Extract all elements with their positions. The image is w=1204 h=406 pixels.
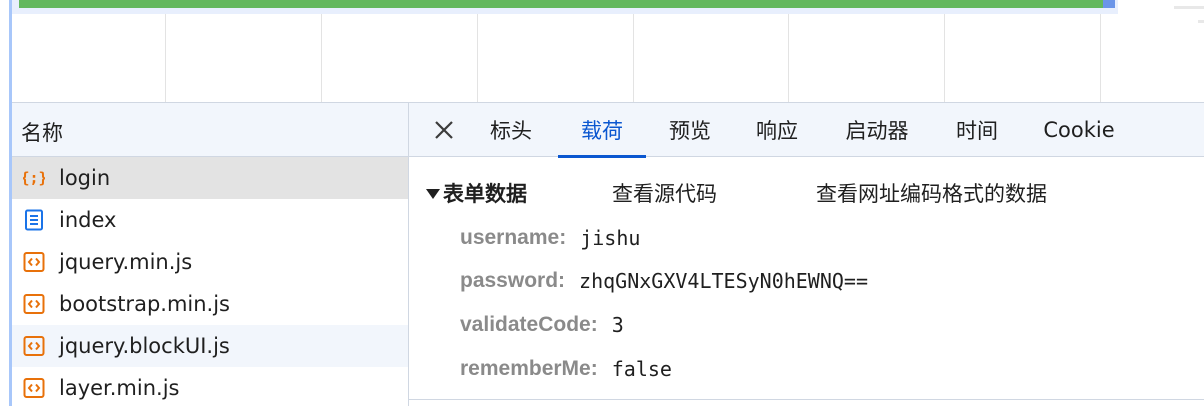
request-row-bootstrap[interactable]: bootstrap.min.js [12,283,409,325]
timeline-grid-line [477,14,478,102]
form-data-toggle[interactable]: 表单数据 [426,178,527,208]
timeline-grid-line [944,14,945,102]
request-name: layer.min.js [59,376,180,400]
request-row-blockui[interactable]: jquery.blockUI.js [12,325,409,367]
timeline-left-border [9,0,12,102]
devtools-network-panel: 名称 {;} login index [0,0,1204,406]
script-icon [23,293,45,315]
timeline-grid-line [633,14,634,102]
section-divider [409,399,1204,400]
payload-key: validateCode [460,313,591,336]
timeline-request-bar-end [1103,0,1115,8]
request-row-jquery[interactable]: jquery.min.js [12,241,409,283]
request-row-layer[interactable]: layer.min.js [12,367,409,406]
triangle-down-icon [426,189,440,199]
tab-initiator[interactable]: 启动器 [833,103,921,157]
details-tabbar: 标头 载荷 预览 响应 启动器 时间 Cookie [409,102,1204,158]
timeline-grid-line [788,14,789,102]
request-row-login[interactable]: {;} login [12,157,409,199]
script-icon [23,335,45,357]
view-source-button[interactable]: 查看源代码 [612,178,717,208]
fetch-icon: {;} [23,167,45,189]
tab-preview[interactable]: 预览 [658,103,722,157]
request-row-index[interactable]: index [12,199,409,241]
tab-response[interactable]: 响应 [745,103,809,157]
payload-row-username: username: jishu [460,226,641,250]
svg-text:{;}: {;} [23,169,45,187]
request-details-pane: 标头 载荷 预览 响应 启动器 时间 Cookie 表单数据 查看源代码 查看网… [409,102,1204,406]
close-details-button[interactable] [431,117,457,143]
payload-row-password: password: zhqGNxGXV4LTESyN0hEWNQ== [460,269,869,293]
timeline-mini-bar [1198,20,1204,23]
request-name: jquery.min.js [59,250,193,274]
script-icon [23,377,45,399]
document-icon [23,209,45,231]
name-column-header: 名称 [21,121,63,145]
payload-key: password [460,269,559,292]
timeline-grid-line [165,14,166,102]
payload-key: username [460,226,560,249]
payload-value: 3 [611,313,624,337]
form-data-title: 表单数据 [443,182,527,206]
request-name: jquery.blockUI.js [59,334,230,358]
payload-row-validatecode: validateCode: 3 [460,313,624,337]
payload-row-rememberme: rememberMe: false [460,357,672,381]
script-icon [23,251,45,273]
close-icon [435,121,453,139]
request-list-header[interactable]: 名称 [12,102,409,157]
tab-timing[interactable]: 时间 [945,103,1009,157]
payload-key: rememberMe [460,357,591,380]
view-url-encoded-button[interactable]: 查看网址编码格式的数据 [816,178,1047,208]
network-overview-timeline[interactable] [0,0,1204,102]
request-name: login [59,166,111,190]
timeline-mini-bar [1174,6,1204,9]
form-data-section-header: 表单数据 查看源代码 查看网址编码格式的数据 [409,157,1204,219]
timeline-grid-line [1100,14,1101,102]
timeline-grid-line [321,14,322,102]
request-name: index [59,208,117,232]
request-list: 名称 {;} login index [9,102,409,406]
payload-value: zhqGNxGXV4LTESyN0hEWNQ== [579,269,869,293]
tab-cookies[interactable]: Cookie [1033,103,1125,157]
request-name: bootstrap.min.js [59,292,230,316]
payload-value: false [611,357,672,381]
timeline-request-bar [19,0,1103,8]
payload-value: jishu [580,226,641,250]
tab-payload[interactable]: 载荷 [558,103,646,158]
tab-headers[interactable]: 标头 [479,103,543,157]
